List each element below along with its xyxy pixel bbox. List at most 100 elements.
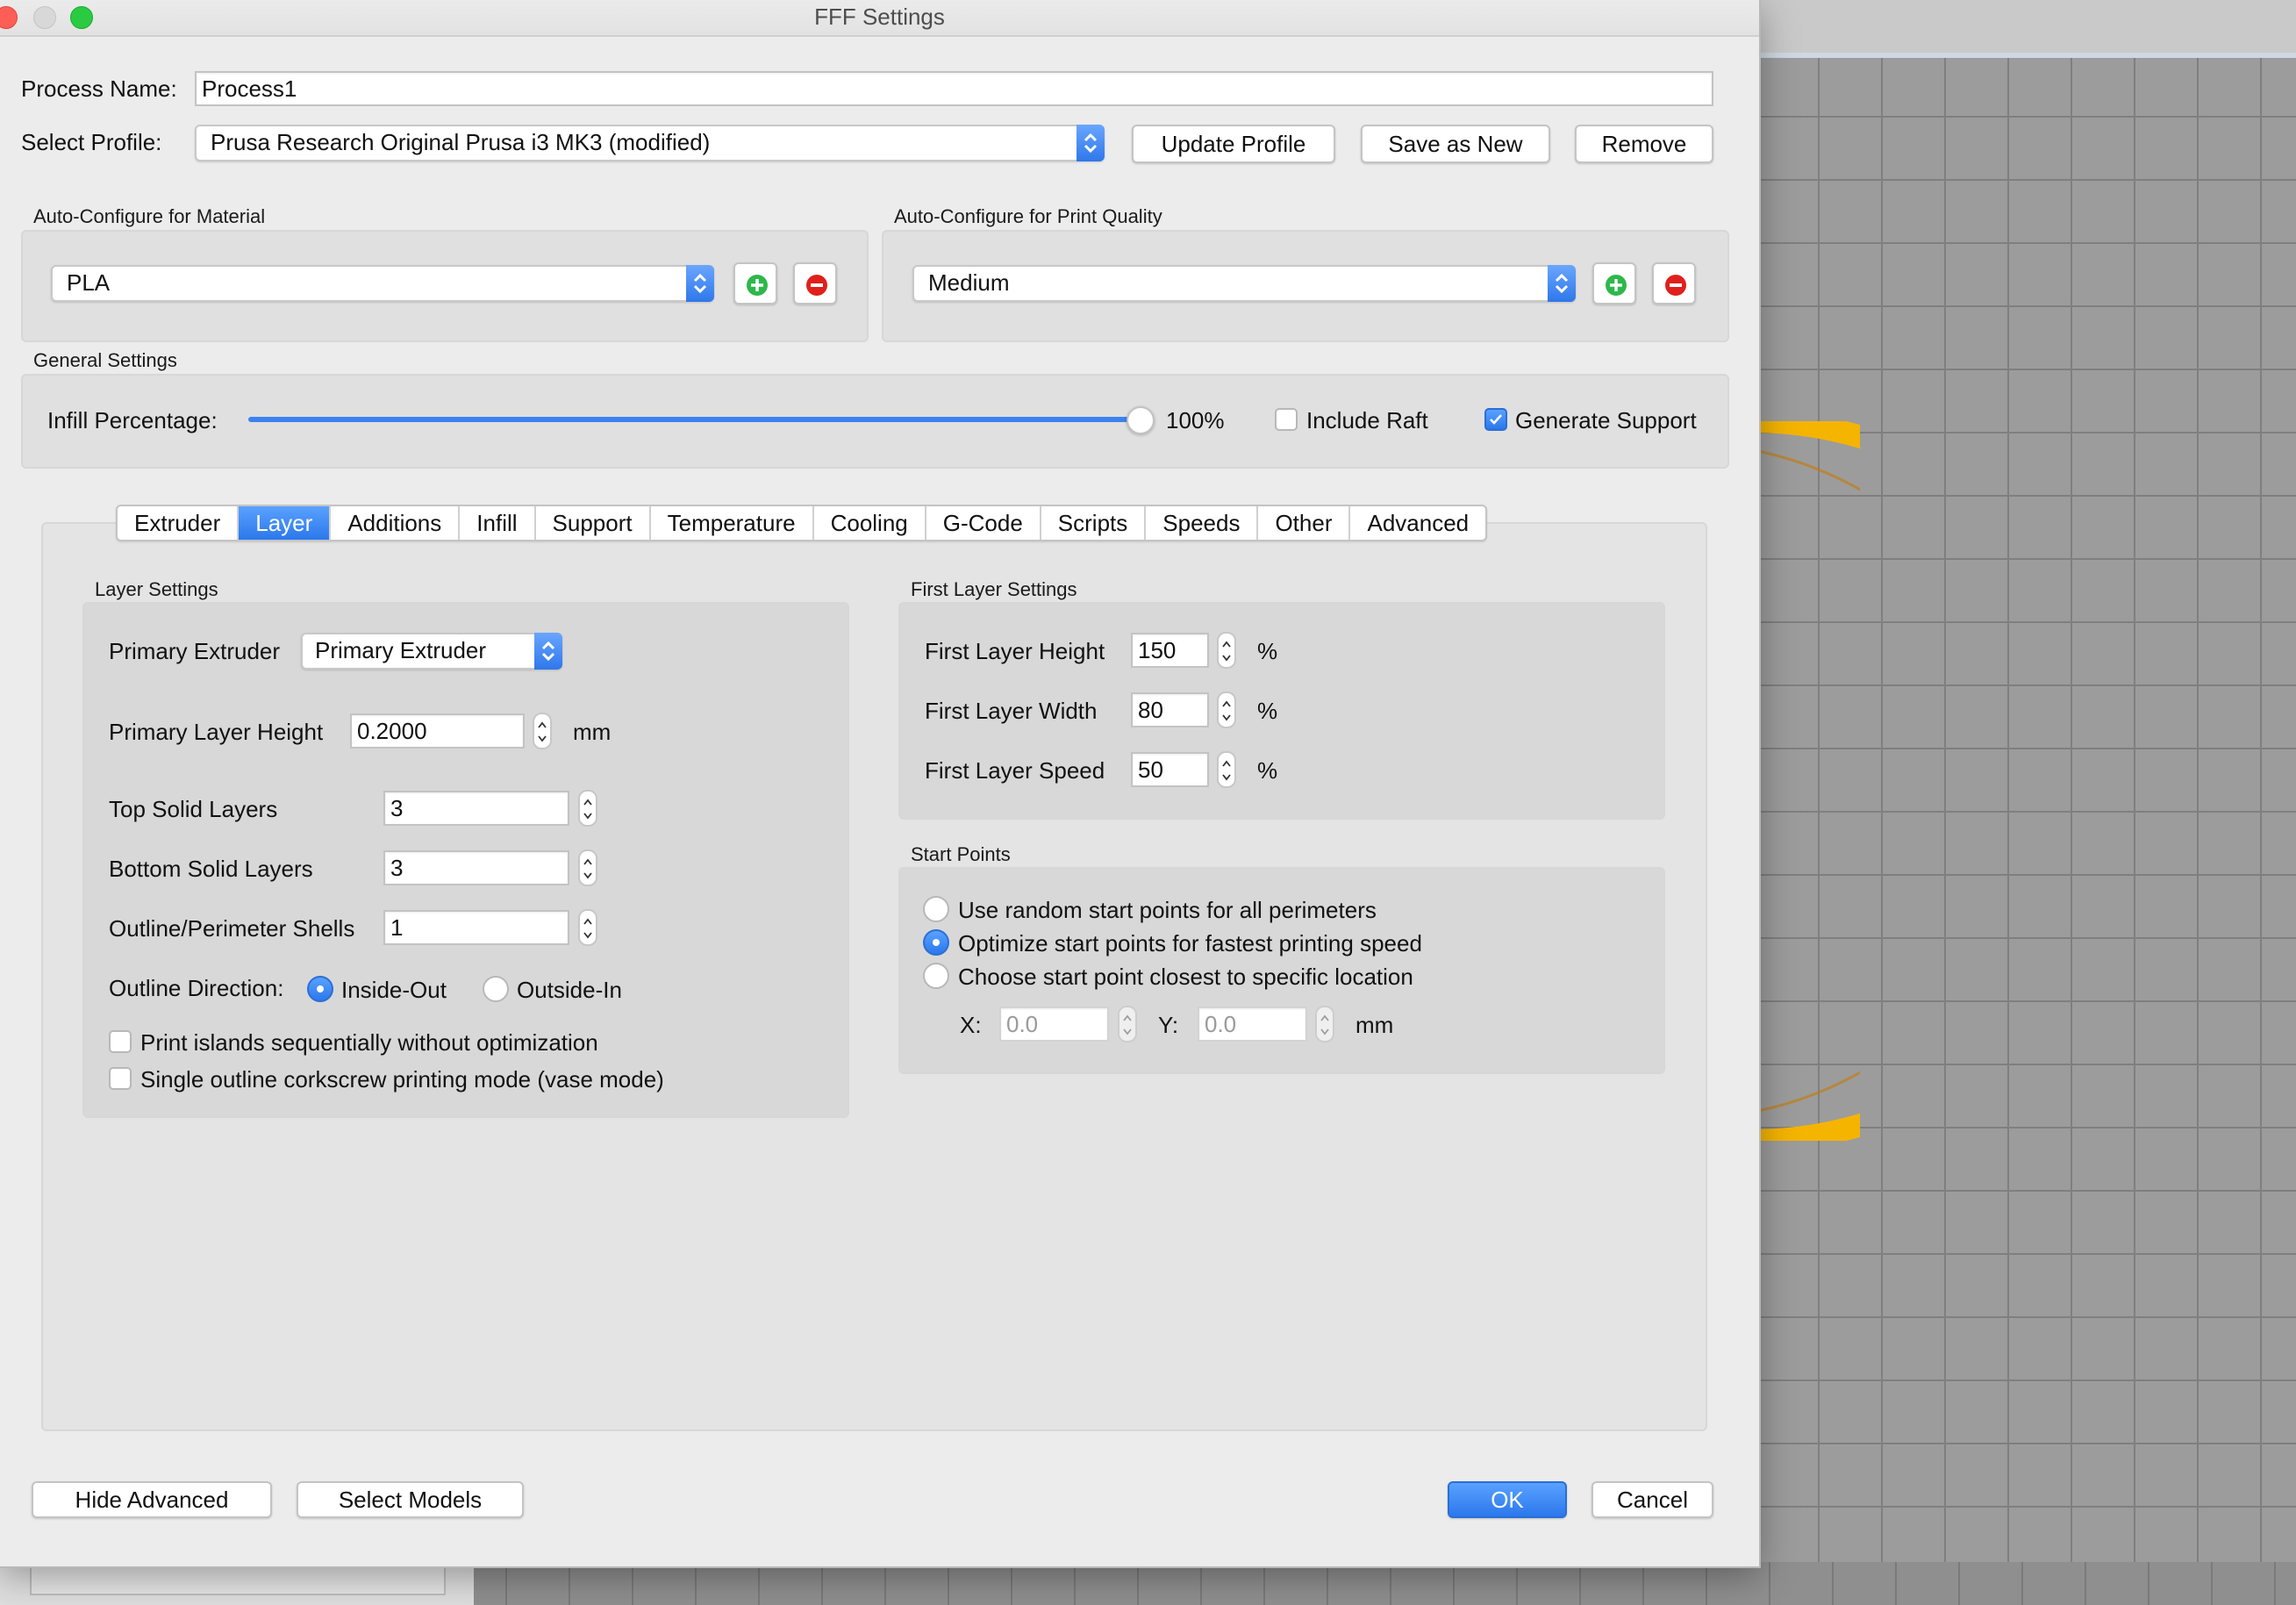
tab-advanced[interactable]: Advanced <box>1350 506 1485 540</box>
first-layer-width-label: First Layer Width <box>925 698 1098 724</box>
quality-section-title: Auto-Configure for Print Quality <box>894 205 1162 227</box>
start-x-input[interactable]: 0.0 <box>999 1007 1109 1042</box>
updown-chevron-icon <box>1076 125 1105 161</box>
vase-mode-checkbox[interactable] <box>109 1067 132 1090</box>
layer-height-stepper[interactable] <box>533 713 552 749</box>
tab-infill[interactable]: Infill <box>460 506 536 540</box>
top-solid-layers-label: Top Solid Layers <box>109 796 278 822</box>
remove-quality-button[interactable] <box>1652 262 1696 305</box>
random-start-label: Use random start points for all perimete… <box>958 897 1377 923</box>
tab-additions[interactable]: Additions <box>331 506 461 540</box>
hide-advanced-button[interactable]: Hide Advanced <box>32 1481 272 1518</box>
first-layer-width-stepper[interactable] <box>1217 691 1236 728</box>
primary-extruder-select[interactable]: Primary Extruder <box>301 633 562 670</box>
perimeter-shells-input[interactable]: 1 <box>383 910 569 945</box>
perimeter-shells-stepper[interactable] <box>578 909 597 946</box>
bottom-solid-layers-stepper[interactable] <box>578 849 597 886</box>
plus-circle-icon <box>747 275 768 296</box>
top-solid-layers-input[interactable]: 3 <box>383 791 569 826</box>
tab-extruder[interactable]: Extruder <box>118 506 240 540</box>
infill-percentage-label: Infill Percentage: <box>47 407 218 433</box>
select-models-button[interactable]: Select Models <box>297 1481 524 1518</box>
start-x-stepper[interactable] <box>1118 1006 1137 1043</box>
vase-mode-label: Single outline corkscrew printing mode (… <box>140 1066 664 1093</box>
generate-support-checkbox[interactable] <box>1484 408 1507 431</box>
include-raft-checkbox[interactable] <box>1275 408 1298 431</box>
minus-circle-icon <box>806 275 827 296</box>
viewport-top-border <box>1755 53 2296 58</box>
bottom-solid-layers-input[interactable]: 3 <box>383 850 569 885</box>
plus-circle-icon <box>1606 275 1627 296</box>
profile-select[interactable]: Prusa Research Original Prusa i3 MK3 (mo… <box>195 125 1105 161</box>
first-layer-height-stepper[interactable] <box>1217 632 1236 669</box>
layer-height-input[interactable]: 0.2000 <box>350 713 525 749</box>
start-points-title: Start Points <box>911 843 1011 865</box>
closest-start-label: Choose start point closest to specific l… <box>958 964 1413 990</box>
tab-cooling[interactable]: Cooling <box>814 506 926 540</box>
ok-button[interactable]: OK <box>1448 1481 1567 1518</box>
minus-circle-icon <box>1665 275 1686 296</box>
outline-direction-label: Outline Direction: <box>109 975 284 1001</box>
first-layer-height-input[interactable]: 150 <box>1131 633 1209 668</box>
fff-settings-dialog: FFF Settings Process Name: Process1 Sele… <box>0 0 1759 1566</box>
title-bar: FFF Settings <box>0 0 1759 37</box>
background-panel <box>0 1562 474 1605</box>
update-profile-button[interactable]: Update Profile <box>1132 125 1335 163</box>
inside-out-radio[interactable] <box>307 976 333 1002</box>
infill-slider-knob[interactable] <box>1127 406 1155 434</box>
random-start-radio[interactable] <box>923 896 949 922</box>
print-islands-checkbox[interactable] <box>109 1030 132 1053</box>
layer-height-unit: mm <box>573 719 612 745</box>
tab-support[interactable]: Support <box>536 506 651 540</box>
tab-layer[interactable]: Layer <box>239 506 332 540</box>
tab-speeds[interactable]: Speeds <box>1146 506 1259 540</box>
first-layer-speed-label: First Layer Speed <box>925 757 1105 784</box>
tab-temperature[interactable]: Temperature <box>651 506 814 540</box>
checkmark-icon <box>1490 414 1502 425</box>
select-profile-label: Select Profile: <box>21 129 162 155</box>
infill-percentage-value: 100% <box>1166 407 1225 433</box>
cancel-button[interactable]: Cancel <box>1591 1481 1713 1518</box>
start-y-input[interactable]: 0.0 <box>1198 1007 1307 1042</box>
top-solid-layers-stepper[interactable] <box>578 790 597 827</box>
remove-profile-button[interactable]: Remove <box>1575 125 1713 163</box>
quality-select-value: Medium <box>928 269 1010 296</box>
material-select-value: PLA <box>67 269 111 296</box>
first-layer-speed-input[interactable]: 50 <box>1131 752 1209 787</box>
bottom-solid-layers-label: Bottom Solid Layers <box>109 856 313 882</box>
material-select[interactable]: PLA <box>51 265 714 302</box>
add-material-button[interactable] <box>733 262 777 305</box>
start-y-label: Y: <box>1158 1012 1179 1038</box>
start-y-stepper[interactable] <box>1315 1006 1334 1043</box>
primary-extruder-label: Primary Extruder <box>109 638 281 664</box>
general-settings-title: General Settings <box>33 349 177 371</box>
tab-g-code[interactable]: G-Code <box>926 506 1041 540</box>
layer-settings-title: Layer Settings <box>95 578 218 600</box>
quality-select[interactable]: Medium <box>912 265 1576 302</box>
process-name-label: Process Name: <box>21 75 177 102</box>
tab-scripts[interactable]: Scripts <box>1041 506 1147 540</box>
window-title: FFF Settings <box>814 4 945 30</box>
start-x-label: X: <box>960 1012 982 1038</box>
add-quality-button[interactable] <box>1592 262 1636 305</box>
first-layer-width-unit: % <box>1257 698 1278 724</box>
settings-tabs: Extruder Layer Additions Infill Support Tempe… <box>116 505 1488 541</box>
infill-slider-track[interactable] <box>248 417 1143 422</box>
save-as-new-button[interactable]: Save as New <box>1361 125 1550 163</box>
first-layer-width-input[interactable]: 80 <box>1131 692 1209 727</box>
generate-support-label: Generate Support <box>1515 407 1697 433</box>
profile-select-value: Prusa Research Original Prusa i3 MK3 (mo… <box>211 129 711 155</box>
process-name-input[interactable]: Process1 <box>195 71 1713 106</box>
first-layer-settings-title: First Layer Settings <box>911 578 1077 600</box>
inside-out-label: Inside-Out <box>341 977 447 1003</box>
first-layer-speed-stepper[interactable] <box>1217 751 1236 788</box>
fastest-start-radio[interactable] <box>923 929 949 956</box>
layer-height-label: Primary Layer Height <box>109 719 324 745</box>
tab-other[interactable]: Other <box>1258 506 1351 540</box>
outside-in-label: Outside-In <box>517 977 622 1003</box>
outside-in-radio[interactable] <box>483 976 509 1002</box>
closest-start-radio[interactable] <box>923 963 949 989</box>
remove-material-button[interactable] <box>793 262 837 305</box>
primary-extruder-value: Primary Extruder <box>315 637 487 663</box>
first-layer-height-label: First Layer Height <box>925 638 1105 664</box>
